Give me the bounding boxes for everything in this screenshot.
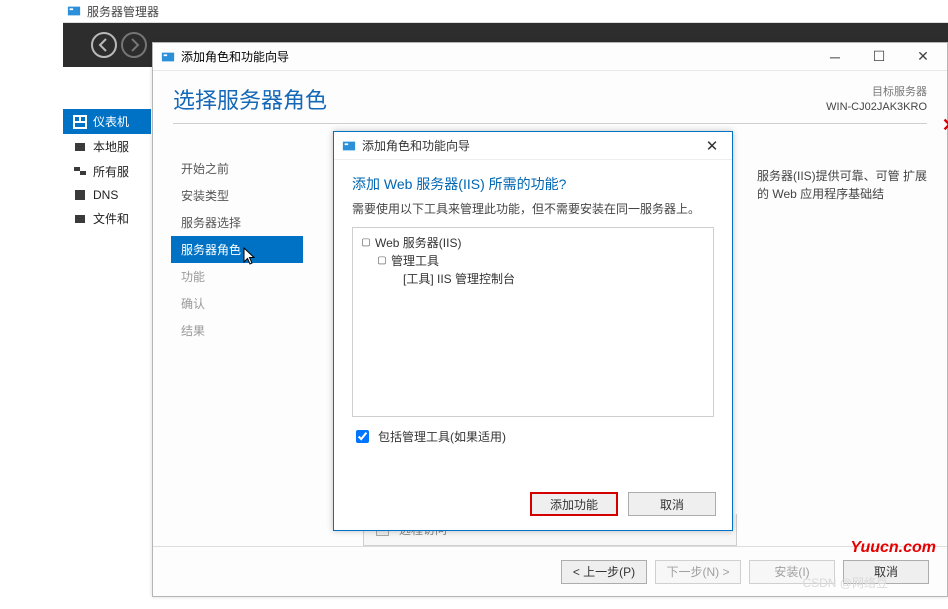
dns-icon [73, 188, 87, 202]
step-label: 安装类型 [181, 189, 229, 203]
popup-heading: 添加 Web 服务器(IIS) 所需的功能? [334, 160, 732, 200]
wizard-close-button[interactable]: ✕ [901, 43, 945, 71]
tree-node-label: [工具] IIS 管理控制台 [403, 270, 515, 288]
sidebar-item-dashboard[interactable]: 仪表机 [63, 109, 151, 134]
sidebar-item-label: DNS [93, 188, 118, 202]
wizard-rule: ✕ [173, 119, 927, 129]
wizard-window: 添加角色和功能向导 ─ ☐ ✕ 选择服务器角色 目标服务器 WIN-CJ02JA… [152, 42, 948, 597]
files-icon [73, 212, 87, 226]
wizard-target: 目标服务器 WIN-CJ02JAK3KRO [826, 85, 927, 115]
watermark: Yuucn.com [850, 539, 936, 557]
nav-back-icon[interactable] [89, 30, 119, 60]
step-server-select[interactable]: 服务器选择 [171, 209, 303, 236]
step-features: 功能 [171, 263, 303, 290]
step-result: 结果 [171, 317, 303, 344]
wizard-title: 添加角色和功能向导 [181, 48, 289, 65]
tree-node[interactable]: [工具] IIS 管理控制台 [361, 270, 705, 288]
wizard-target-value: WIN-CJ02JAK3KRO [826, 100, 927, 115]
popup-icon [342, 139, 356, 153]
step-label: 开始之前 [181, 162, 229, 176]
servers-icon [73, 165, 87, 179]
step-install-type[interactable]: 安装类型 [171, 182, 303, 209]
wizard-maximize-button[interactable]: ☐ [857, 43, 901, 71]
step-label: 结果 [181, 324, 205, 338]
include-tools-label: 包括管理工具(如果适用) [378, 428, 506, 445]
server-manager-sidebar: 仪表机 本地服 所有服 DNS 文件和 [63, 109, 151, 231]
step-label: 确认 [181, 297, 205, 311]
wizard-steps: 开始之前 安装类型 服务器选择 服务器角色 功能 确认 结果 [171, 155, 303, 344]
popup-title: 添加角色和功能向导 [362, 137, 470, 154]
error-indicator-icon: ✕ [942, 115, 948, 136]
sidebar-item-dns[interactable]: DNS [63, 184, 151, 206]
sidebar-item-all[interactable]: 所有服 [63, 159, 151, 184]
sidebar-item-label: 所有服 [93, 163, 129, 180]
sidebar-item-label: 本地服 [93, 138, 129, 155]
server-manager-title: 服务器管理器 [87, 3, 159, 20]
include-tools-checkbox[interactable] [356, 430, 369, 443]
tree-node-label: 管理工具 [391, 252, 439, 270]
server-manager-titlebar: 服务器管理器 [63, 0, 948, 23]
sidebar-item-local[interactable]: 本地服 [63, 134, 151, 159]
server-icon [73, 140, 87, 154]
step-label: 服务器选择 [181, 216, 241, 230]
role-description: 服务器(IIS)提供可靠、可管 扩展的 Web 应用程序基础结 [757, 167, 927, 203]
tree-expand-icon[interactable]: ▢ [361, 234, 371, 252]
dashboard-icon [73, 115, 87, 129]
wizard-header: 选择服务器角色 目标服务器 WIN-CJ02JAK3KRO [153, 71, 947, 119]
features-tree[interactable]: ▢ Web 服务器(IIS) ▢ 管理工具 [工具] IIS 管理控制台 [352, 227, 714, 417]
next-button: 下一步(N) > [655, 560, 741, 584]
add-features-button[interactable]: 添加功能 [530, 492, 618, 516]
popup-titlebar[interactable]: 添加角色和功能向导 ✕ [334, 132, 732, 160]
popup-cancel-button[interactable]: 取消 [628, 492, 716, 516]
wizard-heading: 选择服务器角色 [173, 83, 826, 115]
wizard-target-label: 目标服务器 [826, 85, 927, 100]
tree-node-label: Web 服务器(IIS) [375, 234, 461, 252]
step-label: 功能 [181, 270, 205, 284]
step-label: 服务器角色 [181, 243, 241, 257]
popup-close-button[interactable]: ✕ [692, 132, 732, 160]
step-confirm: 确认 [171, 290, 303, 317]
wizard-titlebar[interactable]: 添加角色和功能向导 ─ ☐ ✕ [153, 43, 947, 71]
tree-node[interactable]: ▢ Web 服务器(IIS) [361, 234, 705, 252]
tree-node[interactable]: ▢ 管理工具 [361, 252, 705, 270]
wizard-icon [161, 50, 175, 64]
tree-expand-icon[interactable]: ▢ [377, 252, 387, 270]
step-server-roles[interactable]: 服务器角色 [171, 236, 303, 263]
include-tools-checkbox-row[interactable]: 包括管理工具(如果适用) [334, 417, 732, 446]
sidebar-item-label: 仪表机 [93, 113, 129, 130]
step-before[interactable]: 开始之前 [171, 155, 303, 182]
add-features-dialog: 添加角色和功能向导 ✕ 添加 Web 服务器(IIS) 所需的功能? 需要使用以… [333, 131, 733, 531]
wizard-minimize-button[interactable]: ─ [813, 43, 857, 71]
popup-subtext: 需要使用以下工具来管理此功能，但不需要安装在同一服务器上。 [334, 200, 732, 227]
nav-forward-icon[interactable] [119, 30, 149, 60]
server-manager-icon [67, 4, 81, 18]
prev-button[interactable]: < 上一步(P) [561, 560, 647, 584]
csdn-watermark: CSDN @网络豆 [802, 574, 888, 591]
sidebar-item-files[interactable]: 文件和 [63, 206, 151, 231]
sidebar-item-label: 文件和 [93, 210, 129, 227]
